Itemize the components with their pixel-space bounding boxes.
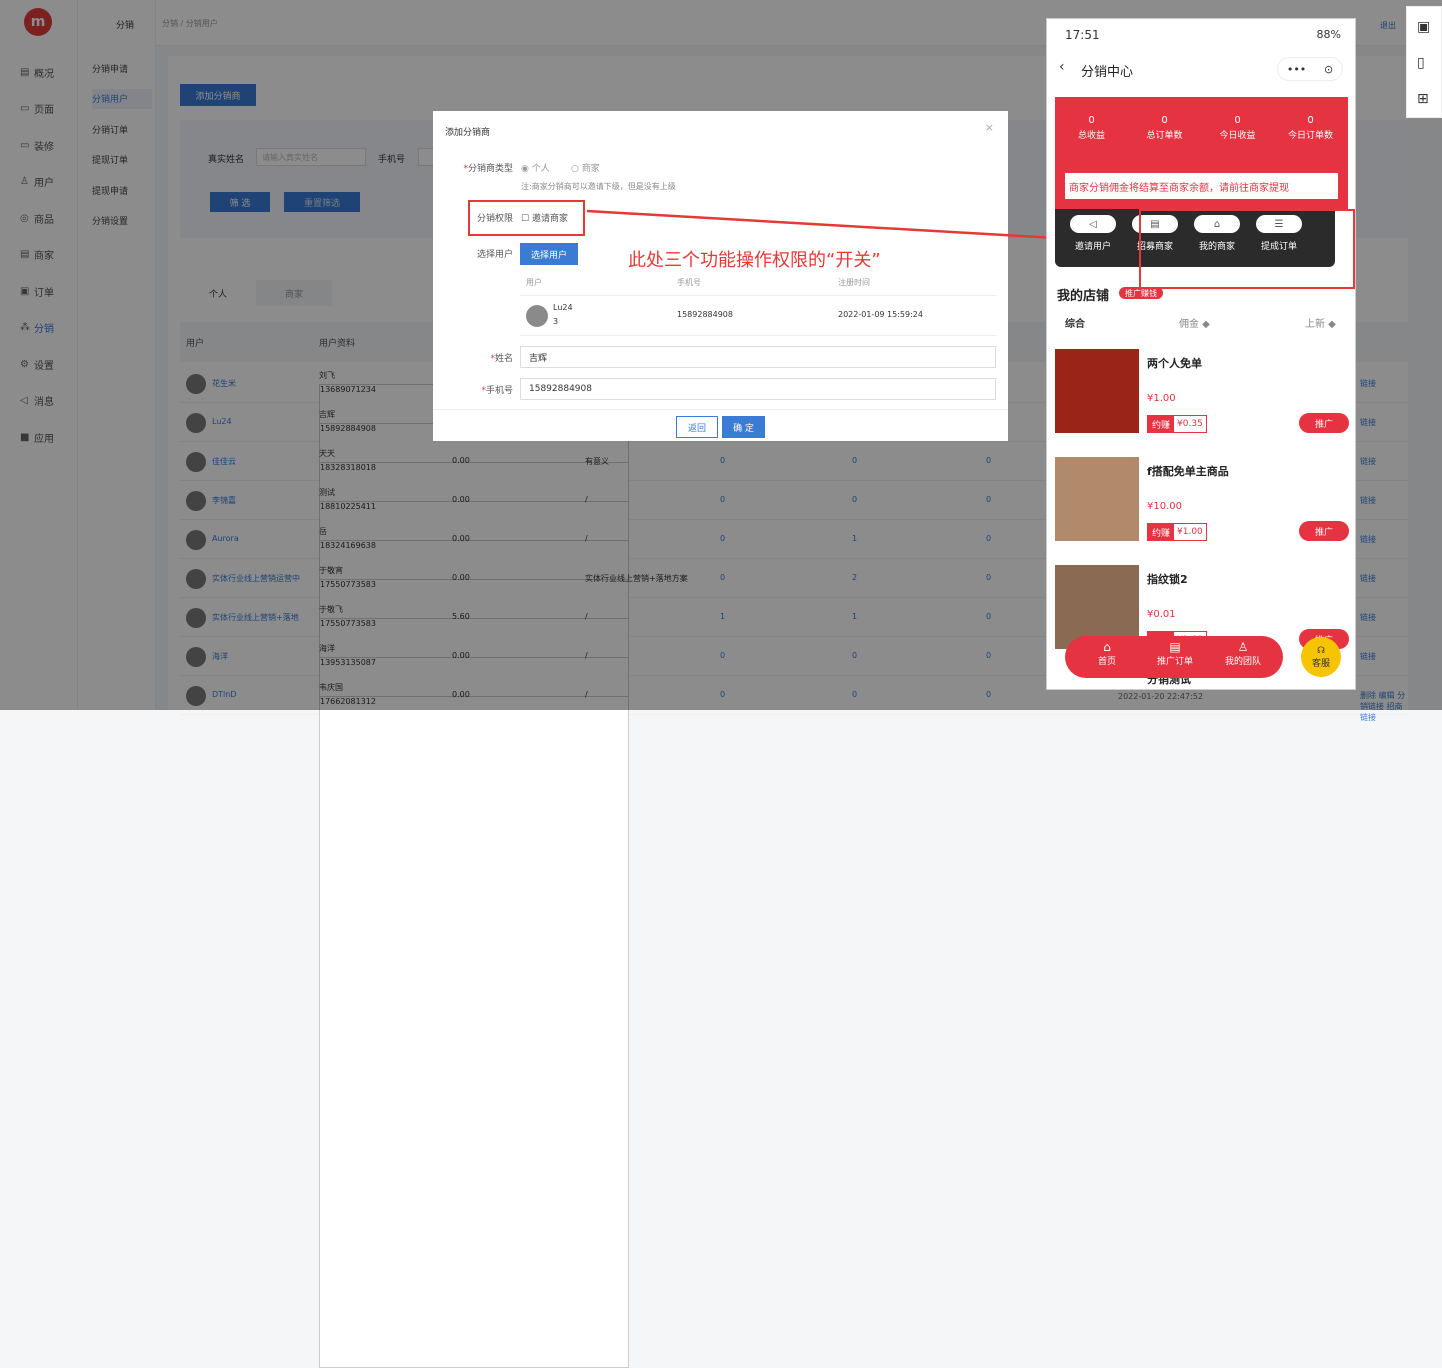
type-radio-merchant[interactable]: ○ 商家 (571, 161, 600, 174)
stat-item: 0 今日收益 (1201, 115, 1274, 141)
back-button[interactable]: 返回 (676, 416, 718, 438)
type-radio-personal[interactable]: ◉ 个人 (521, 161, 550, 174)
selected-user-sub: 3 (553, 317, 559, 326)
stat-label: 总收益 (1077, 131, 1105, 141)
goods-earn: 约赚¥1.00 (1147, 523, 1207, 541)
stat-label: 今日收益 (1219, 131, 1256, 141)
tabbar-label: 首页 (1097, 657, 1116, 667)
select-user-button[interactable]: 选择用户 (520, 243, 578, 265)
file-icon[interactable]: ▯ (1417, 55, 1425, 71)
layout-icon[interactable]: ⊞ (1417, 91, 1429, 107)
phone-label: *手机号 (481, 386, 513, 396)
tabbar-item[interactable]: ▤ 推广订单 (1145, 640, 1205, 667)
phone-field[interactable]: 15892884908 (520, 378, 996, 400)
team-icon: ♙ (1237, 640, 1249, 654)
selected-user-time: 2022-01-09 15:59:24 (838, 310, 923, 319)
stat-value: 0 (1161, 115, 1168, 126)
headset-icon: ☊ (1317, 645, 1325, 656)
tabbar-item[interactable]: ♙ 我的团队 (1213, 640, 1273, 667)
stat-label: 今日订单数 (1287, 131, 1333, 141)
permission-label: 分销权限 (476, 214, 513, 224)
stat-value: 0 (1088, 115, 1095, 126)
col-phone: 手机号 (677, 278, 701, 287)
stat-item: 0 总订单数 (1128, 115, 1201, 141)
divider (520, 335, 996, 336)
stat-value: 0 (1307, 115, 1314, 126)
earn-value: ¥1.00 (1177, 527, 1203, 537)
goods-name: f搭配免单主商品 (1147, 465, 1229, 478)
divider (520, 295, 996, 296)
side-toolbar: ▣ ▯ ⊞ (1406, 6, 1442, 118)
stats-banner: 0 总收益 0 总订单数 0 今日收益 0 今日订单数 商家分销佣金将结算至商家余额，请前往商… (1055, 97, 1348, 209)
add-distributor-modal: 添加分销商 × *分销商类型 ◉ 个人 ○ 商家 注:商家分销商可以邀请下级，但… (433, 111, 1008, 441)
goods-earn: 约赚 ¥0.35 (1147, 415, 1207, 433)
goods-image[interactable] (1055, 349, 1139, 433)
phone-page-title: 分销中心 (1081, 65, 1134, 80)
tabbar-label: 推广订单 (1156, 657, 1193, 667)
home-icon: ⌂ (1103, 640, 1111, 654)
invite-merchant-checkbox[interactable]: ☐ 邀请商家 (521, 211, 568, 224)
goods-price: ¥1.00 (1147, 393, 1176, 404)
highlight-box (1139, 209, 1355, 289)
tabbar-label: 我的团队 (1224, 657, 1261, 667)
status-bar: 17:51 88% (1047, 19, 1355, 51)
type-note: 注:商家分销商可以邀请下级，但是没有上级 (521, 182, 676, 191)
goods-card[interactable]: 两个人免单 ¥1.00 约赚 ¥0.35 推广 (1055, 349, 1349, 453)
col-user: 用户 (526, 278, 542, 287)
goods-name: 指纹锁2 (1147, 573, 1188, 586)
notice-text: 商家分销佣金将结算至商家余额，请前往商家提现 (1065, 173, 1338, 199)
modal-title: 添加分销商 (445, 128, 491, 138)
sort-commission[interactable]: 佣金 ◆ (1179, 315, 1210, 330)
store-tag: 推广赚钱 (1119, 287, 1163, 299)
order-icon: ▤ (1169, 640, 1181, 654)
sort-new[interactable]: 上新 ◆ (1305, 315, 1336, 330)
close-icon[interactable]: ⊙ (1324, 63, 1333, 76)
earn-label: 约赚 (1148, 416, 1175, 432)
stat-item: 0 总收益 (1055, 115, 1128, 141)
row-phone: 17662081312 (319, 696, 629, 1368)
earn-value: ¥0.35 (1177, 419, 1203, 429)
phone-tabbar: ⌂ 首页 ▤ 推广订单 ♙ 我的团队 (1065, 636, 1283, 678)
back-icon[interactable]: ‹ (1059, 59, 1065, 75)
name-field[interactable]: 吉辉 (520, 346, 996, 368)
mini-capsule[interactable]: ••• ⊙ (1277, 57, 1343, 81)
send-icon: ◁ (1070, 215, 1116, 233)
promote-button[interactable]: 推广 (1299, 413, 1349, 433)
modal-footer-divider (433, 409, 1008, 410)
selected-user-name: Lu24 (553, 303, 573, 312)
confirm-button[interactable]: 确 定 (722, 416, 765, 438)
type-label: *分销商类型 (463, 164, 513, 174)
selected-user-phone: 15892884908 (677, 310, 733, 319)
phone-header: ‹ 分销中心 ••• ⊙ (1047, 51, 1355, 87)
phone-preview: 17:51 88% ‹ 分销中心 ••• ⊙ 0 总收益 0 总订单数 0 今日收益 0 今日… (1046, 18, 1356, 690)
service-button[interactable]: ☊ 客服 (1301, 637, 1341, 677)
store-title: 我的店铺 (1057, 289, 1110, 304)
goods-name: 两个人免单 (1147, 357, 1202, 370)
status-time: 17:51 (1065, 28, 1100, 42)
earn-label: 约赚 (1148, 524, 1175, 540)
service-label: 客服 (1311, 658, 1330, 669)
function-item[interactable]: ◁ 邀请用户 (1063, 215, 1123, 252)
goods-price: ¥0.01 (1147, 609, 1176, 620)
more-icon[interactable]: ••• (1287, 63, 1306, 76)
close-icon[interactable]: × (985, 121, 994, 134)
annotation-text: 此处三个功能操作权限的“开关” (628, 250, 881, 271)
goods-card[interactable]: f搭配免单主商品 ¥10.00 约赚 ¥1.00 推广 (1055, 457, 1349, 561)
promote-button[interactable]: 推广 (1299, 521, 1349, 541)
stat-item: 0 今日订单数 (1274, 115, 1347, 141)
stat-value: 0 (1234, 115, 1241, 126)
goods-image[interactable] (1055, 457, 1139, 541)
function-label: 邀请用户 (1074, 242, 1111, 252)
col-reg-time: 注册时间 (838, 278, 870, 287)
select-user-label: 选择用户 (476, 250, 513, 260)
image-icon[interactable]: ▣ (1417, 19, 1430, 35)
name-label: *姓名 (490, 354, 513, 364)
avatar (526, 305, 548, 327)
goods-price: ¥10.00 (1147, 501, 1182, 512)
sort-default[interactable]: 综合 (1065, 315, 1085, 330)
stat-label: 总订单数 (1146, 131, 1183, 141)
tabbar-item[interactable]: ⌂ 首页 (1077, 640, 1137, 667)
battery-level: 88% (1316, 28, 1341, 41)
